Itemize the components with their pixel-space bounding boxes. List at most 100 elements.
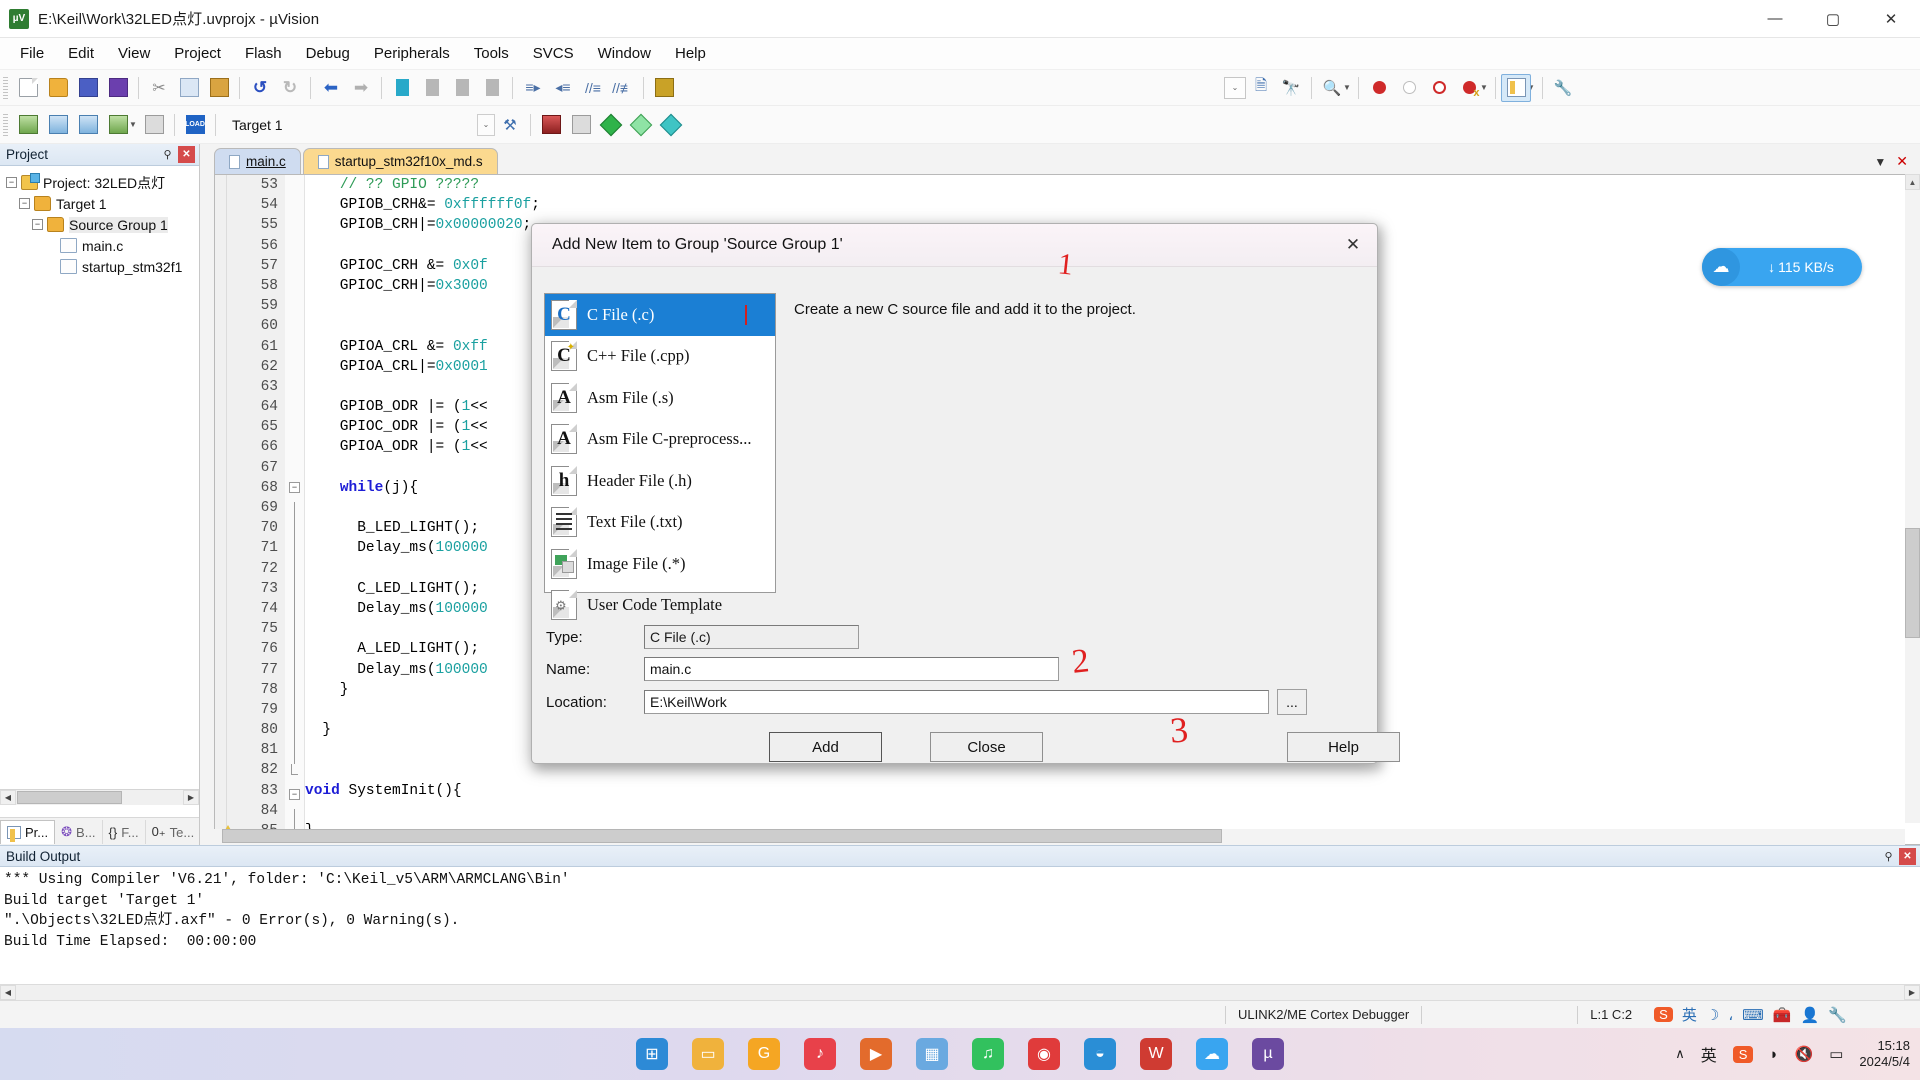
configuration-wizard-button[interactable] [649,74,679,102]
tree-item-target[interactable]: − Target 1 [6,193,199,214]
menu-svcs[interactable]: SVCS [521,40,586,67]
editor-horizontal-scrollbar[interactable] [214,829,1905,845]
translate-button[interactable] [13,111,43,139]
file-type-item[interactable]: C C File (.c) [545,294,775,336]
download-to-flash-button[interactable]: LOAD [180,111,210,139]
menu-window[interactable]: Window [586,40,663,67]
paste-button[interactable] [204,74,234,102]
start-windows-icon[interactable]: ⊞ [636,1038,668,1070]
undo-button[interactable]: ↺ [245,74,275,102]
navigate-back-button[interactable]: ⬅ [316,74,346,102]
file-type-item[interactable]: Image File (.*) [545,543,775,585]
project-tree-horizontal-scrollbar[interactable]: ◀ ▶ [0,789,199,805]
pack-installer-button[interactable] [596,111,626,139]
file-explorer-icon[interactable]: ▭ [692,1038,724,1070]
qq-music-icon[interactable]: ♫ [972,1038,1004,1070]
scrollbar-thumb[interactable] [1905,528,1920,638]
close-button[interactable]: ✕ [1862,0,1920,38]
expander-icon[interactable]: − [6,177,17,188]
tab-list-dropdown-icon[interactable]: ▼ [1874,155,1886,169]
minimize-button[interactable]: — [1746,0,1804,38]
toolbar-grip[interactable] [3,113,8,136]
tree-item-source-group[interactable]: − Source Group 1 [6,214,199,235]
scroll-up-arrow[interactable]: ▲ [1905,174,1920,190]
english-mode-icon[interactable]: 英 [1682,1004,1697,1025]
music-app-icon[interactable]: ♪ [804,1038,836,1070]
file-type-item[interactable]: Text File (.txt) [545,502,775,544]
volume-muted-icon[interactable]: 🔇 [1795,1045,1814,1063]
tab-functions[interactable]: {} F... [103,820,146,844]
disable-breakpoint-button[interactable] [1394,74,1424,102]
indent-right-button[interactable]: ≡▸ [518,74,548,102]
fold-marker[interactable]: − [285,481,304,502]
editor-vertical-scrollbar[interactable]: ▲ [1905,174,1920,823]
tray-ime-icon[interactable]: 英 [1701,1042,1717,1066]
scrollbar-thumb[interactable] [222,829,1222,843]
save-button[interactable] [73,74,103,102]
file-type-item[interactable]: A Asm File (.s) [545,377,775,419]
tray-sogou-icon[interactable]: S [1732,1045,1754,1063]
menu-file[interactable]: File [8,40,56,67]
tree-item-startup-s[interactable]: startup_stm32f1 [6,256,199,277]
manage-project-items-button[interactable]: ⚒ [495,111,525,139]
cut-button[interactable]: ✂ [144,74,174,102]
scroll-right-arrow[interactable]: ▶ [1904,985,1920,1000]
clock[interactable]: 15:18 2024/5/4 [1859,1038,1910,1070]
help-button[interactable]: Help [1287,732,1400,762]
tab-project[interactable]: Pr... [0,820,56,844]
toolbar-grip[interactable] [3,76,8,99]
pack-manage-button[interactable] [656,111,686,139]
wifi-icon[interactable]: ◗ [1769,1046,1778,1063]
file-type-item[interactable]: h Header File (.h) [545,460,775,502]
baidu-netdisk-icon[interactable]: ☁ [1196,1038,1228,1070]
keyboard-icon[interactable]: ⌨ [1742,1006,1764,1024]
wps-office-icon[interactable]: W [1140,1038,1172,1070]
clear-bookmarks-button[interactable] [477,74,507,102]
fold-marker[interactable]: − [285,788,304,809]
configure-button[interactable]: 🔧 [1548,74,1578,102]
download-speed-widget[interactable]: ☁ ↓ 115 KB/s [1702,248,1862,286]
scroll-left-arrow[interactable]: ◀ [0,790,16,805]
tray-chevron-icon[interactable]: ∧ [1675,1046,1685,1062]
stop-build-button[interactable] [139,111,169,139]
manage-run-time-environment-button[interactable] [536,111,566,139]
target-selector[interactable]: Target 1 ⌄ [227,113,495,137]
tab-books[interactable]: ❂ B... [55,820,103,844]
prev-bookmark-button[interactable] [417,74,447,102]
scrollbar-thumb[interactable] [17,791,122,804]
close-tab-icon[interactable]: ✕ [1896,153,1908,170]
tab-templates[interactable]: 0₊ Te... [146,820,202,844]
photo-app-icon[interactable]: ▦ [916,1038,948,1070]
scroll-left-arrow[interactable]: ◀ [0,985,16,1000]
close-icon[interactable]: ✕ [1899,847,1916,865]
close-icon[interactable]: ✕ [1329,224,1377,266]
file-type-list[interactable]: C C File (.c) C ✦ C++ File (.cpp) A Asm File (… [544,293,776,621]
chat-app-icon[interactable]: ◉ [1028,1038,1060,1070]
pack-filter-button[interactable] [626,111,656,139]
uncomment-lines-button[interactable]: //≢ [608,74,638,102]
menu-flash[interactable]: Flash [233,40,294,67]
comma-icon[interactable]: ، [1728,1006,1733,1024]
file-type-item[interactable]: C ✦ C++ File (.cpp) [545,336,775,378]
build-button[interactable] [43,111,73,139]
file-type-item[interactable]: A Asm File C-preprocess... [545,419,775,461]
batch-build-button[interactable] [103,111,133,139]
expander-icon[interactable]: − [19,198,30,209]
rebuild-button[interactable] [73,111,103,139]
location-input[interactable]: E:\Keil\Work [644,690,1269,714]
build-output-horizontal-scrollbar[interactable]: ◀ ▶ [0,984,1920,1000]
window-layout-button[interactable] [1501,73,1531,102]
browser-g-icon[interactable]: G [748,1038,780,1070]
menu-view[interactable]: View [106,40,162,67]
editor-tab-main-c[interactable]: main.c [214,148,301,174]
find-in-files-button[interactable]: 🗎 [1246,74,1276,102]
menu-tools[interactable]: Tools [462,40,521,67]
pin-icon[interactable]: ⚲ [159,146,176,163]
name-input[interactable]: main.c [644,657,1059,681]
comment-lines-button[interactable]: //≡ [578,74,608,102]
indent-left-button[interactable]: ◂≡ [548,74,578,102]
add-button[interactable]: Add [769,732,882,762]
scroll-right-arrow[interactable]: ▶ [183,790,199,805]
tree-item-main-c[interactable]: main.c [6,235,199,256]
kill-all-breakpoints-button[interactable] [1454,74,1484,102]
